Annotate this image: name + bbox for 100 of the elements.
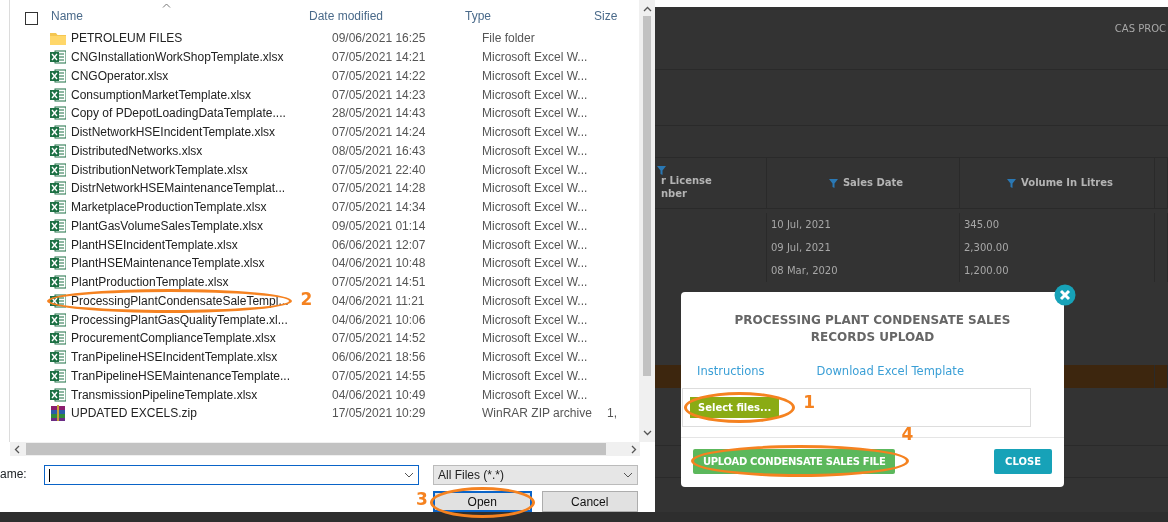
- spreadsheet-file-icon: [50, 331, 66, 346]
- date-modified: 07/05/2021 14:21: [332, 49, 427, 67]
- file-type: Microsoft Excel W...: [482, 67, 589, 85]
- date-modified: 07/05/2021 14:55: [332, 367, 427, 385]
- folder-icon: [50, 31, 66, 46]
- chevron-down-icon: [404, 472, 414, 478]
- column-header[interactable]: Sales Date: [842, 176, 904, 190]
- file-type: Microsoft Excel W...: [482, 124, 589, 142]
- column-header[interactable]: Volume In Litres: [1021, 176, 1113, 190]
- date-modified: 04/06/2021 10:48: [332, 255, 427, 273]
- date-modified: 09/05/2021 01:14: [332, 217, 427, 235]
- spreadsheet-file-icon: [50, 368, 66, 383]
- spreadsheet-file-icon: [50, 50, 66, 65]
- spreadsheet-file-icon: [50, 350, 66, 365]
- file-name[interactable]: PlantProductionTemplate.xlsx: [50, 273, 229, 292]
- spreadsheet-file-icon: [50, 162, 66, 177]
- date-modified: 17/05/2021 10:29: [332, 405, 427, 423]
- file-type: Microsoft Excel W...: [482, 86, 589, 104]
- file-name[interactable]: UPDATED EXCELS.zip: [50, 404, 197, 423]
- file-name[interactable]: PlantHSEMaintenanceTemplate.xlsx: [50, 254, 265, 273]
- vertical-scrollbar[interactable]: [639, 0, 655, 443]
- open-button[interactable]: Open: [433, 491, 532, 512]
- date-modified: 07/05/2021 22:40: [332, 161, 427, 179]
- file-name[interactable]: DistNetworkHSEIncidentTemplate.xlsx: [50, 123, 276, 142]
- date-modified: 04/06/2021 10:49: [332, 386, 427, 404]
- spreadsheet-file-icon: [50, 218, 66, 233]
- date-modified: 07/05/2021 14:23: [332, 86, 427, 104]
- file-name[interactable]: MarketplaceProductionTemplate.xlsx: [50, 198, 267, 217]
- archive-books-icon: [50, 405, 66, 422]
- file-name[interactable]: ProcessingPlantCondensateSaleTempl...: [50, 291, 289, 310]
- file-type: Microsoft Excel W...: [482, 199, 589, 217]
- date-modified: 07/05/2021 14:24: [332, 124, 427, 142]
- file-type: Microsoft Excel W...: [482, 142, 589, 160]
- spreadsheet-file-icon: [50, 87, 66, 102]
- filter-icon: [1007, 178, 1017, 188]
- date-modified: 07/05/2021 14:22: [332, 67, 427, 85]
- file-type: Microsoft Excel W...: [482, 367, 589, 385]
- annotation-number: 4: [901, 426, 914, 444]
- date-modified: 09/06/2021 16:25: [332, 30, 427, 48]
- spreadsheet-file-icon: [50, 125, 66, 140]
- select-all-checkbox[interactable]: [25, 12, 38, 25]
- filename-field[interactable]: [44, 465, 419, 485]
- file-name[interactable]: TranPipelineHSEMaintenanceTemplate...: [50, 366, 290, 385]
- spreadsheet-file-icon: [50, 200, 66, 215]
- file-type: Microsoft Excel W...: [482, 236, 589, 254]
- file-type: Microsoft Excel W...: [482, 217, 589, 235]
- file-type: File folder: [482, 30, 536, 48]
- column-header[interactable]: Size: [594, 7, 639, 25]
- table-cell-text: 09 Jul, 2021: [771, 241, 831, 255]
- table-cell-text: 08 Mar, 2020: [771, 264, 838, 278]
- spreadsheet-file-icon: [50, 237, 66, 252]
- filter-icon: [828, 178, 838, 188]
- file-name[interactable]: PlantGasVolumeSalesTemplate.xlsx: [50, 216, 264, 235]
- dialog-title: PROCESSING PLANT CONDENSATE SALES RECORDS UPLOAD: [733, 312, 1012, 346]
- filename-label: ame:: [0, 466, 28, 483]
- file-type: Microsoft Excel W...: [482, 386, 589, 404]
- spreadsheet-file-icon: [50, 293, 66, 308]
- file-type: Microsoft Excel W...: [482, 349, 589, 367]
- column-header[interactable]: Type: [465, 7, 594, 25]
- file-name[interactable]: PlantHSEIncidentTemplate.xlsx: [50, 235, 238, 254]
- date-modified: 04/06/2021 10:06: [332, 311, 427, 329]
- annotation-number: 1: [803, 394, 816, 412]
- file-name[interactable]: ProcurementComplianceTemplate.xlsx: [50, 329, 276, 348]
- date-modified: 06/06/2021 12:07: [332, 236, 427, 254]
- file-name[interactable]: CNGInstallationWorkShopTemplate.xlsx: [50, 48, 284, 67]
- chevron-down-icon: [623, 472, 633, 478]
- date-modified: 07/05/2021 14:51: [332, 274, 427, 292]
- file-type: Microsoft Excel W...: [482, 49, 589, 67]
- date-modified: 08/05/2021 16:43: [332, 142, 427, 160]
- file-type: WinRAR ZIP archive: [482, 405, 593, 423]
- date-modified: 04/06/2021 11:21: [332, 292, 426, 310]
- column-header[interactable]: r License nber: [661, 175, 766, 200]
- column-header[interactable]: Name: [51, 7, 309, 25]
- file-name[interactable]: ProcessingPlantGasQualityTemplate.xl...: [50, 310, 288, 329]
- file-type: Microsoft Excel W...: [482, 255, 589, 273]
- file-type: Microsoft Excel W...: [482, 105, 589, 123]
- file-name[interactable]: CNGOperator.xlsx: [50, 66, 169, 85]
- table-cell-text: 1,200.00: [964, 264, 1009, 278]
- spreadsheet-file-icon: [50, 181, 66, 196]
- file-type: Microsoft Excel W...: [482, 180, 589, 198]
- file-name[interactable]: PETROLEUM FILES: [50, 29, 183, 48]
- file-name[interactable]: Copy of PDepotLoadingDataTemplate....: [50, 104, 286, 123]
- spreadsheet-file-icon: [50, 143, 66, 158]
- table-cell-text: 345.00: [964, 218, 999, 232]
- file-name[interactable]: DistributionNetworkTemplate.xlsx: [50, 160, 248, 179]
- file-type-dropdown[interactable]: All Files (*.*): [433, 465, 638, 485]
- cancel-button[interactable]: Cancel: [541, 491, 638, 512]
- close-icon[interactable]: [1054, 284, 1076, 306]
- file-name[interactable]: DistrNetworkHSEMaintenanceTemplat...: [50, 179, 286, 198]
- column-header[interactable]: Date modified: [309, 7, 465, 25]
- file-name[interactable]: DistributedNetworks.xlsx: [50, 141, 203, 160]
- file-size: 1,: [607, 405, 618, 423]
- horizontal-scrollbar[interactable]: [10, 442, 640, 456]
- spreadsheet-file-icon: [50, 68, 66, 83]
- annotation-number: 3: [416, 491, 428, 508]
- file-name[interactable]: TransmissionPipelineTemplate.xlsx: [50, 385, 258, 404]
- file-type: Microsoft Excel W...: [482, 311, 589, 329]
- file-name[interactable]: ConsumptionMarketTemplate.xlsx: [50, 85, 252, 104]
- file-name[interactable]: TranPipelineHSEIncidentTemplate.xlsx: [50, 348, 278, 367]
- table-cell-text: 2,300.00: [964, 241, 1009, 255]
